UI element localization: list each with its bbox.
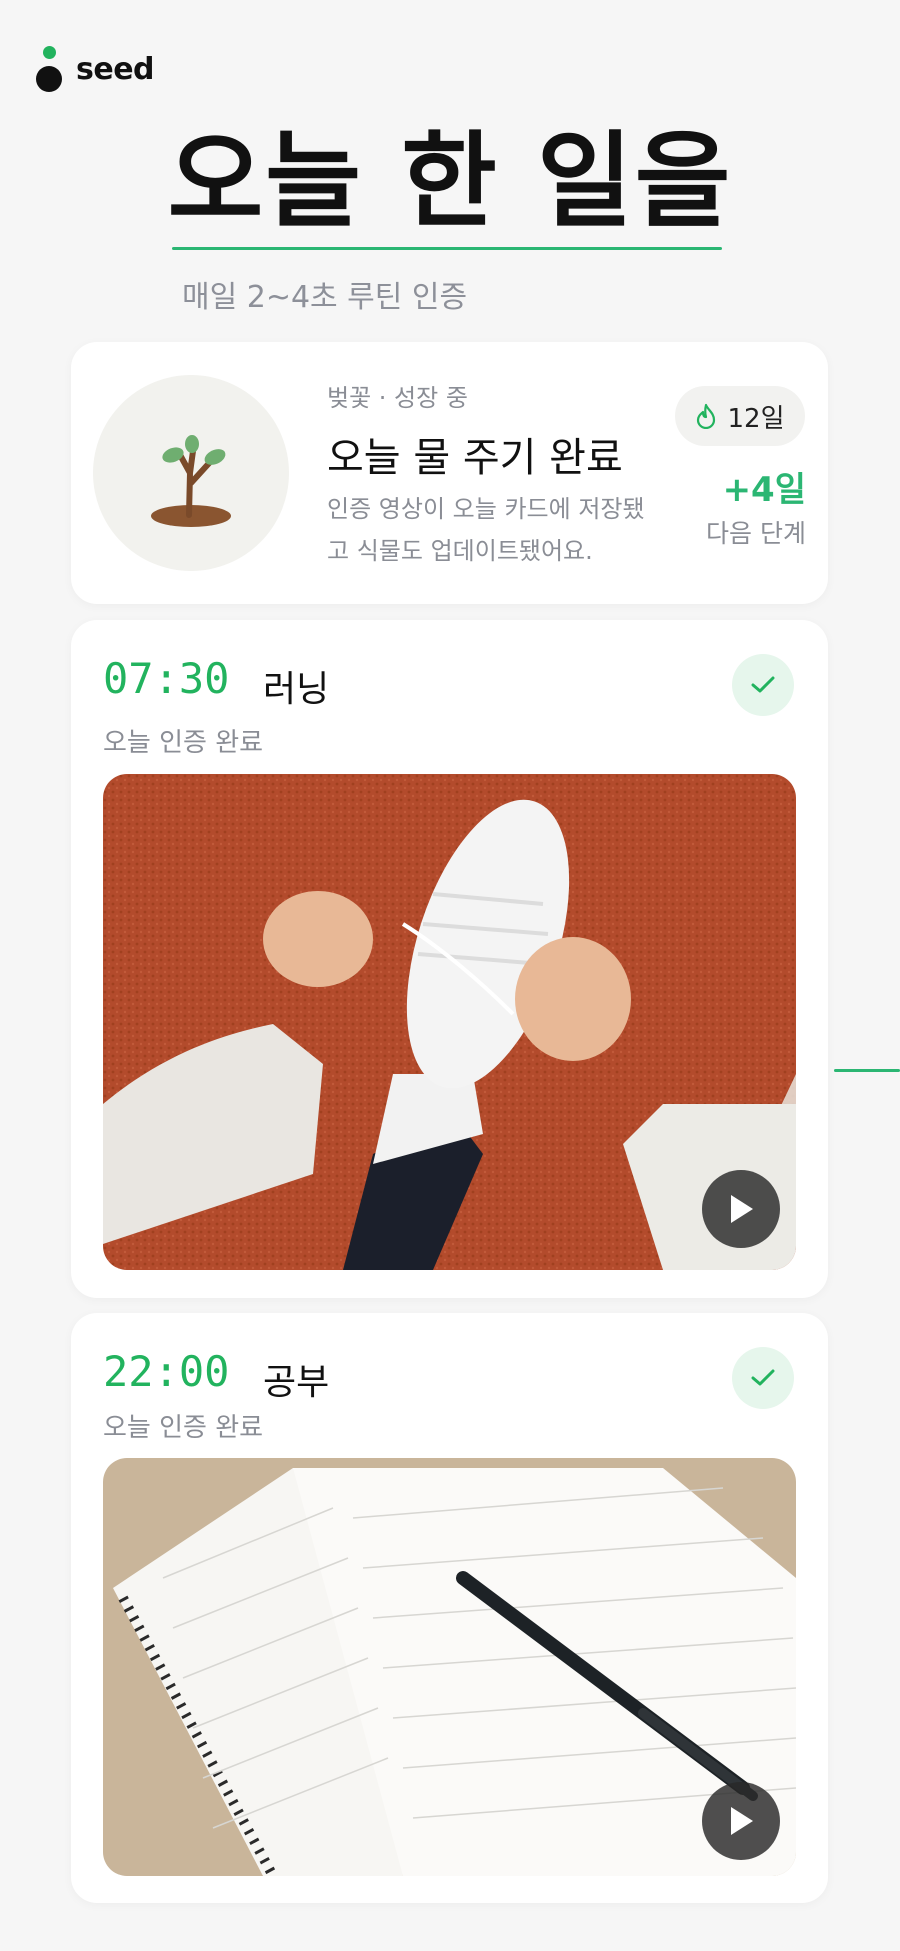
complete-badge [732,654,794,716]
seed-logo-icon [36,44,62,94]
running-video-thumbnail[interactable] [103,774,796,1270]
plant-status-card[interactable]: 벚꽃 · 성장 중 오늘 물 주기 완료 인증 영상이 오늘 카드에 저장됐고 … [71,342,828,604]
routine-name: 러닝 [263,669,330,710]
logo-text: seed [76,51,155,87]
routine-card-study[interactable]: 22:00 공부 오늘 인증 완료 [71,1313,828,1903]
play-button[interactable] [702,1782,780,1860]
app-logo[interactable]: seed [36,44,155,94]
flame-icon [697,403,716,429]
plant-title: 오늘 물 주기 완료 [327,435,623,481]
title-underline [172,247,722,250]
streak-count: 12일 [727,403,785,434]
sprout-icon [151,435,231,527]
streak-badge: 12일 [675,386,805,446]
plant-avatar [93,375,289,571]
routine-status: 오늘 인증 완료 [103,728,264,758]
routine-card-running[interactable]: 07:30 러닝 오늘 인증 완료 [71,620,828,1298]
next-stage-days: +4일 [722,470,806,510]
page-subtitle: 매일 2~4초 루틴 인증 [182,280,468,315]
routine-time: 07:30 [103,654,230,703]
complete-badge [732,1347,794,1409]
routine-time: 22:00 [103,1347,230,1396]
play-button[interactable] [702,1170,780,1248]
next-stage-label: 다음 단계 [706,519,806,548]
check-icon [751,1369,775,1386]
notebook-photo [103,1458,796,1876]
play-icon [731,1195,753,1223]
plant-stage: 벚꽃 · 성장 중 [327,384,468,412]
routine-name: 공부 [263,1362,330,1403]
study-video-thumbnail[interactable] [103,1458,796,1876]
running-shoe-photo [103,774,796,1270]
check-icon [751,676,775,693]
decorative-stroke [834,1069,900,1072]
play-icon [731,1807,753,1835]
page-title: 오늘 한 일을 [167,120,733,242]
plant-description: 인증 영상이 오늘 카드에 저장됐고 식물도 업데이트됐어요. [327,495,645,565]
routine-status: 오늘 인증 완료 [103,1413,264,1443]
